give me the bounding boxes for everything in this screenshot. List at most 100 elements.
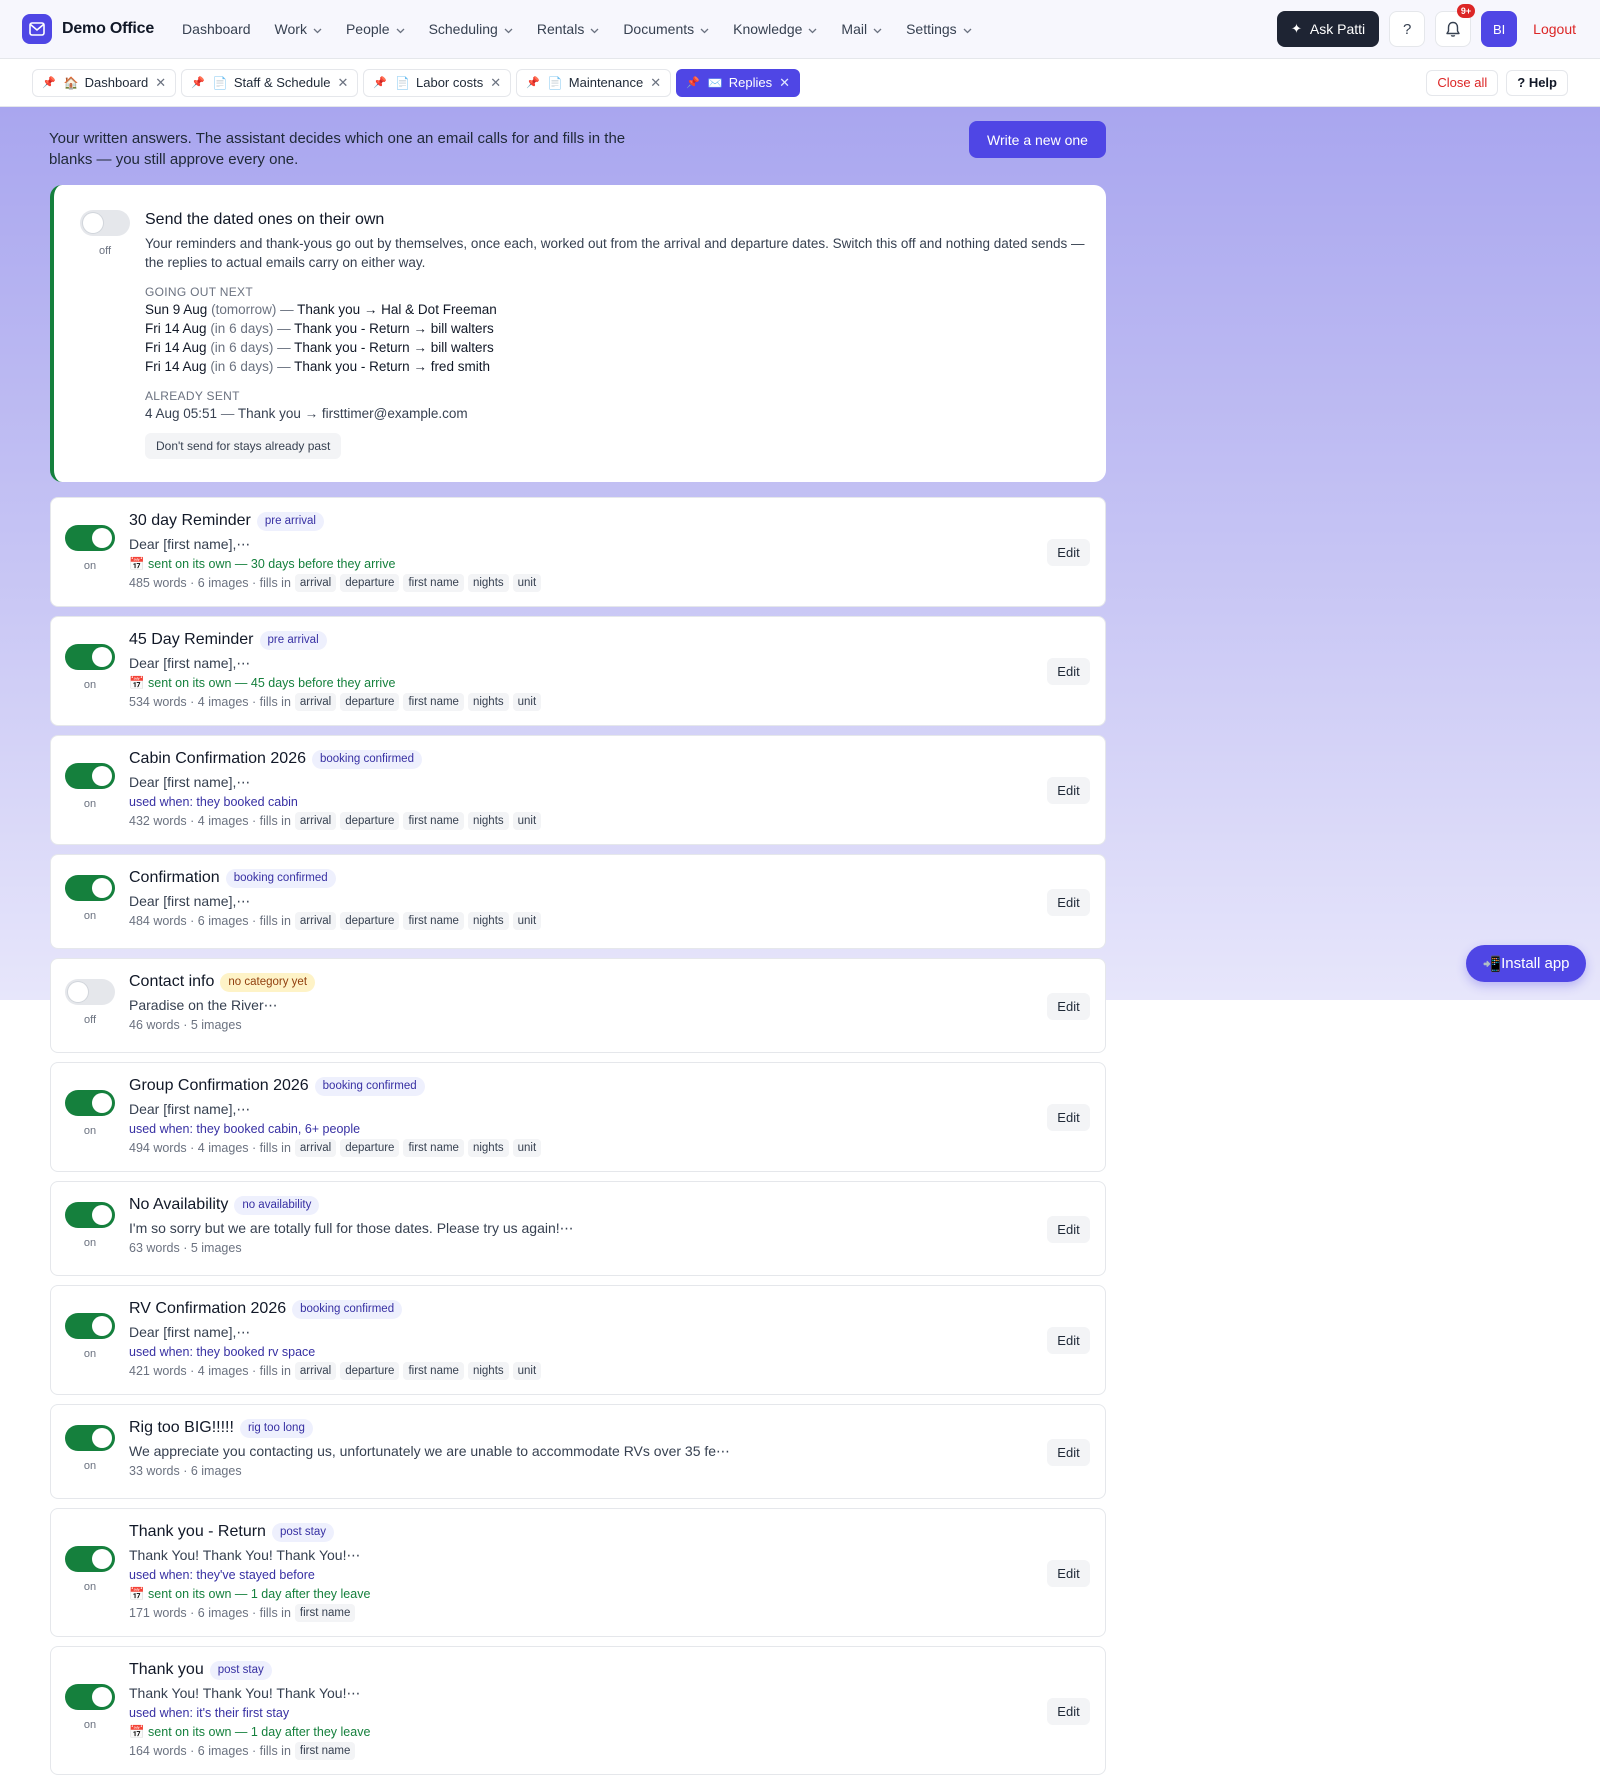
- category-badge: booking confirmed: [314, 1076, 425, 1096]
- auto-send-rule: 📅 sent on its own — 45 days before they …: [129, 674, 1009, 692]
- nav-label: Rentals: [536, 21, 585, 37]
- separator: —: [273, 359, 295, 374]
- edit-template-button[interactable]: Edit: [1047, 1216, 1090, 1243]
- user-avatar[interactable]: BI: [1481, 11, 1518, 47]
- pin-icon[interactable]: 📌: [373, 76, 387, 89]
- send-recipient: bill walters: [430, 340, 494, 355]
- chevron-down-icon: [873, 21, 882, 37]
- template-toggle-wrap: on: [65, 763, 115, 810]
- word-count: 432 words: [129, 814, 187, 828]
- merge-field-tag: first name: [294, 1742, 356, 1760]
- nav-label: People: [345, 21, 390, 37]
- pin-icon[interactable]: 📌: [526, 76, 540, 89]
- nav-dashboard[interactable]: Dashboard: [170, 0, 263, 59]
- template-enabled-toggle[interactable]: [65, 644, 115, 670]
- template-preview: Dear [first name],⋯: [129, 536, 251, 552]
- close-icon[interactable]: ✕: [779, 75, 790, 91]
- template-preview: I'm so sorry but we are totally full for…: [129, 1220, 574, 1236]
- tab-replies[interactable]: 📌 ✉️ Replies ✕: [676, 68, 801, 97]
- calendar-icon: 📅: [129, 1587, 149, 1601]
- merge-field-tag: unit: [512, 812, 542, 830]
- template-enabled-toggle[interactable]: [65, 1684, 115, 1710]
- template-content: RV Confirmation 2026 booking confirmed Dea…: [129, 1298, 1009, 1380]
- template-name-row: 30 day Reminder pre arrival: [129, 510, 1009, 532]
- template-state: on: [83, 1348, 97, 1360]
- edit-template-button[interactable]: Edit: [1047, 1439, 1090, 1466]
- edit-template-button[interactable]: Edit: [1047, 1104, 1090, 1131]
- edit-template-button[interactable]: Edit: [1047, 1560, 1090, 1587]
- close-icon[interactable]: ✕: [650, 75, 661, 91]
- install-app-button[interactable]: 📲 Install app: [1466, 945, 1586, 982]
- pin-icon[interactable]: 📌: [191, 76, 205, 89]
- used-when-rule: used when: they've stayed before: [129, 1568, 315, 1582]
- template-enabled-toggle[interactable]: [65, 979, 115, 1005]
- separator: —: [273, 340, 295, 355]
- close-icon[interactable]: ✕: [155, 75, 166, 91]
- category-badge: no availability: [234, 1195, 320, 1215]
- edit-template-button[interactable]: Edit: [1047, 658, 1090, 685]
- merge-field-tag: arrival: [294, 1139, 337, 1157]
- edit-template-button[interactable]: Edit: [1047, 993, 1090, 1020]
- nav-settings[interactable]: Settings: [894, 0, 984, 59]
- nav-work[interactable]: Work: [263, 0, 334, 59]
- reply-template-card: on Thank you - Return post stay Thank You! …: [50, 1508, 1106, 1637]
- help-button[interactable]: ?: [1389, 11, 1426, 47]
- main-nav: Dashboard Work People Scheduling Rentals Docu…: [170, 0, 984, 59]
- nav-scheduling[interactable]: Scheduling: [417, 0, 525, 59]
- skip-past-stays-button[interactable]: Don't send for stays already past: [145, 433, 342, 459]
- tab-dashboard[interactable]: 📌 🏠 Dashboard ✕: [32, 68, 177, 97]
- nav-people[interactable]: People: [334, 0, 417, 59]
- ask-patti-button[interactable]: ✦ Ask Patti: [1277, 11, 1380, 47]
- notifications-button[interactable]: 9+: [1435, 4, 1476, 47]
- merge-field-tag: first name: [403, 574, 464, 592]
- template-enabled-toggle[interactable]: [65, 1202, 115, 1228]
- reply-template-card: off Contact info no category yet Paradise o…: [50, 958, 1106, 1053]
- image-count: 6 images: [197, 576, 249, 590]
- edit-template-button[interactable]: Edit: [1047, 889, 1090, 916]
- tab-staff-schedule[interactable]: 📌 📄 Staff & Schedule ✕: [181, 68, 359, 97]
- word-count: 494 words: [129, 1141, 187, 1155]
- logout-link[interactable]: Logout: [1533, 21, 1576, 37]
- calendar-icon: 📅: [129, 1725, 149, 1739]
- tab-labor-costs[interactable]: 📌 📄 Labor costs ✕: [363, 68, 512, 97]
- edit-template-button[interactable]: Edit: [1047, 1327, 1090, 1354]
- nav-knowledge[interactable]: Knowledge: [721, 0, 829, 59]
- help-tab-button[interactable]: ? Help: [1506, 69, 1568, 96]
- template-content: Rig too BIG!!!!! rig too long We appreciat…: [129, 1417, 1009, 1480]
- merge-field-tag: departure: [340, 1139, 400, 1157]
- template-enabled-toggle[interactable]: [65, 1425, 115, 1451]
- nav-mail[interactable]: Mail: [829, 0, 894, 59]
- template-enabled-toggle[interactable]: [65, 763, 115, 789]
- template-name: Rig too BIG!!!!!: [129, 1419, 234, 1436]
- close-all-tabs-button[interactable]: Close all: [1426, 69, 1499, 96]
- merge-field-tag: arrival: [294, 693, 337, 711]
- write-new-reply-button[interactable]: Write a new one: [969, 121, 1106, 158]
- template-enabled-toggle[interactable]: [65, 1546, 115, 1572]
- pin-icon[interactable]: 📌: [686, 76, 700, 89]
- category-badge: post stay: [271, 1522, 334, 1542]
- arrow-right-icon: →: [409, 340, 431, 355]
- tab-maintenance[interactable]: 📌 📄 Maintenance ✕: [516, 68, 672, 97]
- brand[interactable]: Demo Office: [22, 14, 154, 44]
- merge-field-tag: departure: [340, 693, 400, 711]
- reply-template-card: on Thank you post stay Thank You! Thank You…: [50, 1646, 1106, 1775]
- word-count: 33 words: [129, 1464, 180, 1478]
- pin-icon[interactable]: 📌: [42, 76, 56, 89]
- close-icon[interactable]: ✕: [337, 75, 348, 91]
- edit-template-button[interactable]: Edit: [1047, 539, 1090, 566]
- close-icon[interactable]: ✕: [490, 75, 501, 91]
- template-enabled-toggle[interactable]: [65, 525, 115, 551]
- auto-send-toggle[interactable]: [80, 210, 130, 236]
- separator: —: [276, 302, 298, 317]
- edit-template-button[interactable]: Edit: [1047, 1698, 1090, 1725]
- template-name: RV Confirmation 2026: [129, 1300, 287, 1317]
- nav-rentals[interactable]: Rentals: [525, 0, 611, 59]
- template-enabled-toggle[interactable]: [65, 875, 115, 901]
- nav-label: Dashboard: [182, 21, 251, 37]
- auto-timing: 45 days before they arrive: [250, 676, 396, 690]
- template-enabled-toggle[interactable]: [65, 1090, 115, 1116]
- nav-label: Mail: [841, 21, 868, 37]
- edit-template-button[interactable]: Edit: [1047, 777, 1090, 804]
- template-enabled-toggle[interactable]: [65, 1313, 115, 1339]
- nav-documents[interactable]: Documents: [611, 0, 721, 59]
